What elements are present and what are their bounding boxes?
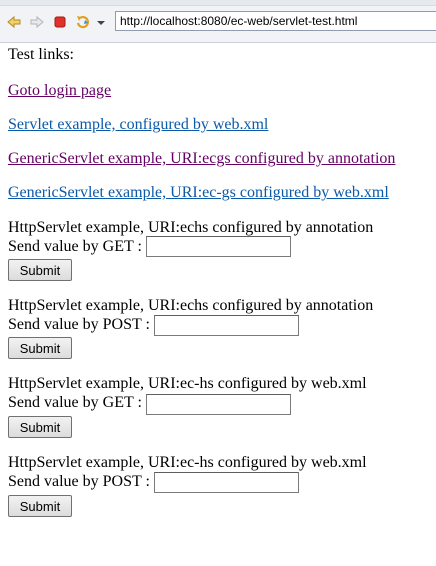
post-value-input[interactable] xyxy=(154,315,299,336)
submit-button[interactable]: Submit xyxy=(8,337,72,359)
get-value-input[interactable] xyxy=(146,236,291,257)
address-bar[interactable]: http://localhost:8080/ec-web/servlet-tes… xyxy=(115,11,436,31)
browser-toolbar: http://localhost:8080/ec-web/servlet-tes… xyxy=(0,0,436,43)
genericservlet-webxml-link[interactable]: GenericServlet example, URI:ec-gs config… xyxy=(8,184,389,201)
servlet-webxml-link[interactable]: Servlet example, configured by web.xml xyxy=(8,116,268,133)
post-value-input[interactable] xyxy=(154,472,299,493)
forward-icon[interactable] xyxy=(29,14,45,30)
get-value-input[interactable] xyxy=(146,394,291,415)
form-prompt: Send value by GET : xyxy=(8,394,142,411)
submit-button[interactable]: Submit xyxy=(8,259,72,281)
back-icon[interactable] xyxy=(6,14,22,30)
form-prompt: Send value by POST : xyxy=(8,473,150,490)
dropdown-icon[interactable] xyxy=(96,14,106,30)
submit-button[interactable]: Submit xyxy=(8,495,72,517)
reload-icon[interactable] xyxy=(75,14,91,30)
form-title: HttpServlet example, URI:echs configured… xyxy=(8,297,374,314)
page-heading: Test links: xyxy=(8,46,74,63)
stop-icon[interactable] xyxy=(52,14,68,30)
genericservlet-annotation-link[interactable]: GenericServlet example, URI:ecgs configu… xyxy=(8,150,395,167)
form-title: HttpServlet example, URI:ec-hs configure… xyxy=(8,375,367,392)
submit-button[interactable]: Submit xyxy=(8,416,72,438)
form-prompt: Send value by GET : xyxy=(8,238,142,255)
form-title: HttpServlet example, URI:echs configured… xyxy=(8,219,374,236)
login-link[interactable]: Goto login page xyxy=(8,82,111,99)
form-title: HttpServlet example, URI:ec-hs configure… xyxy=(8,454,367,471)
form-prompt: Send value by POST : xyxy=(8,316,150,333)
tab-strip-edge xyxy=(0,0,436,6)
